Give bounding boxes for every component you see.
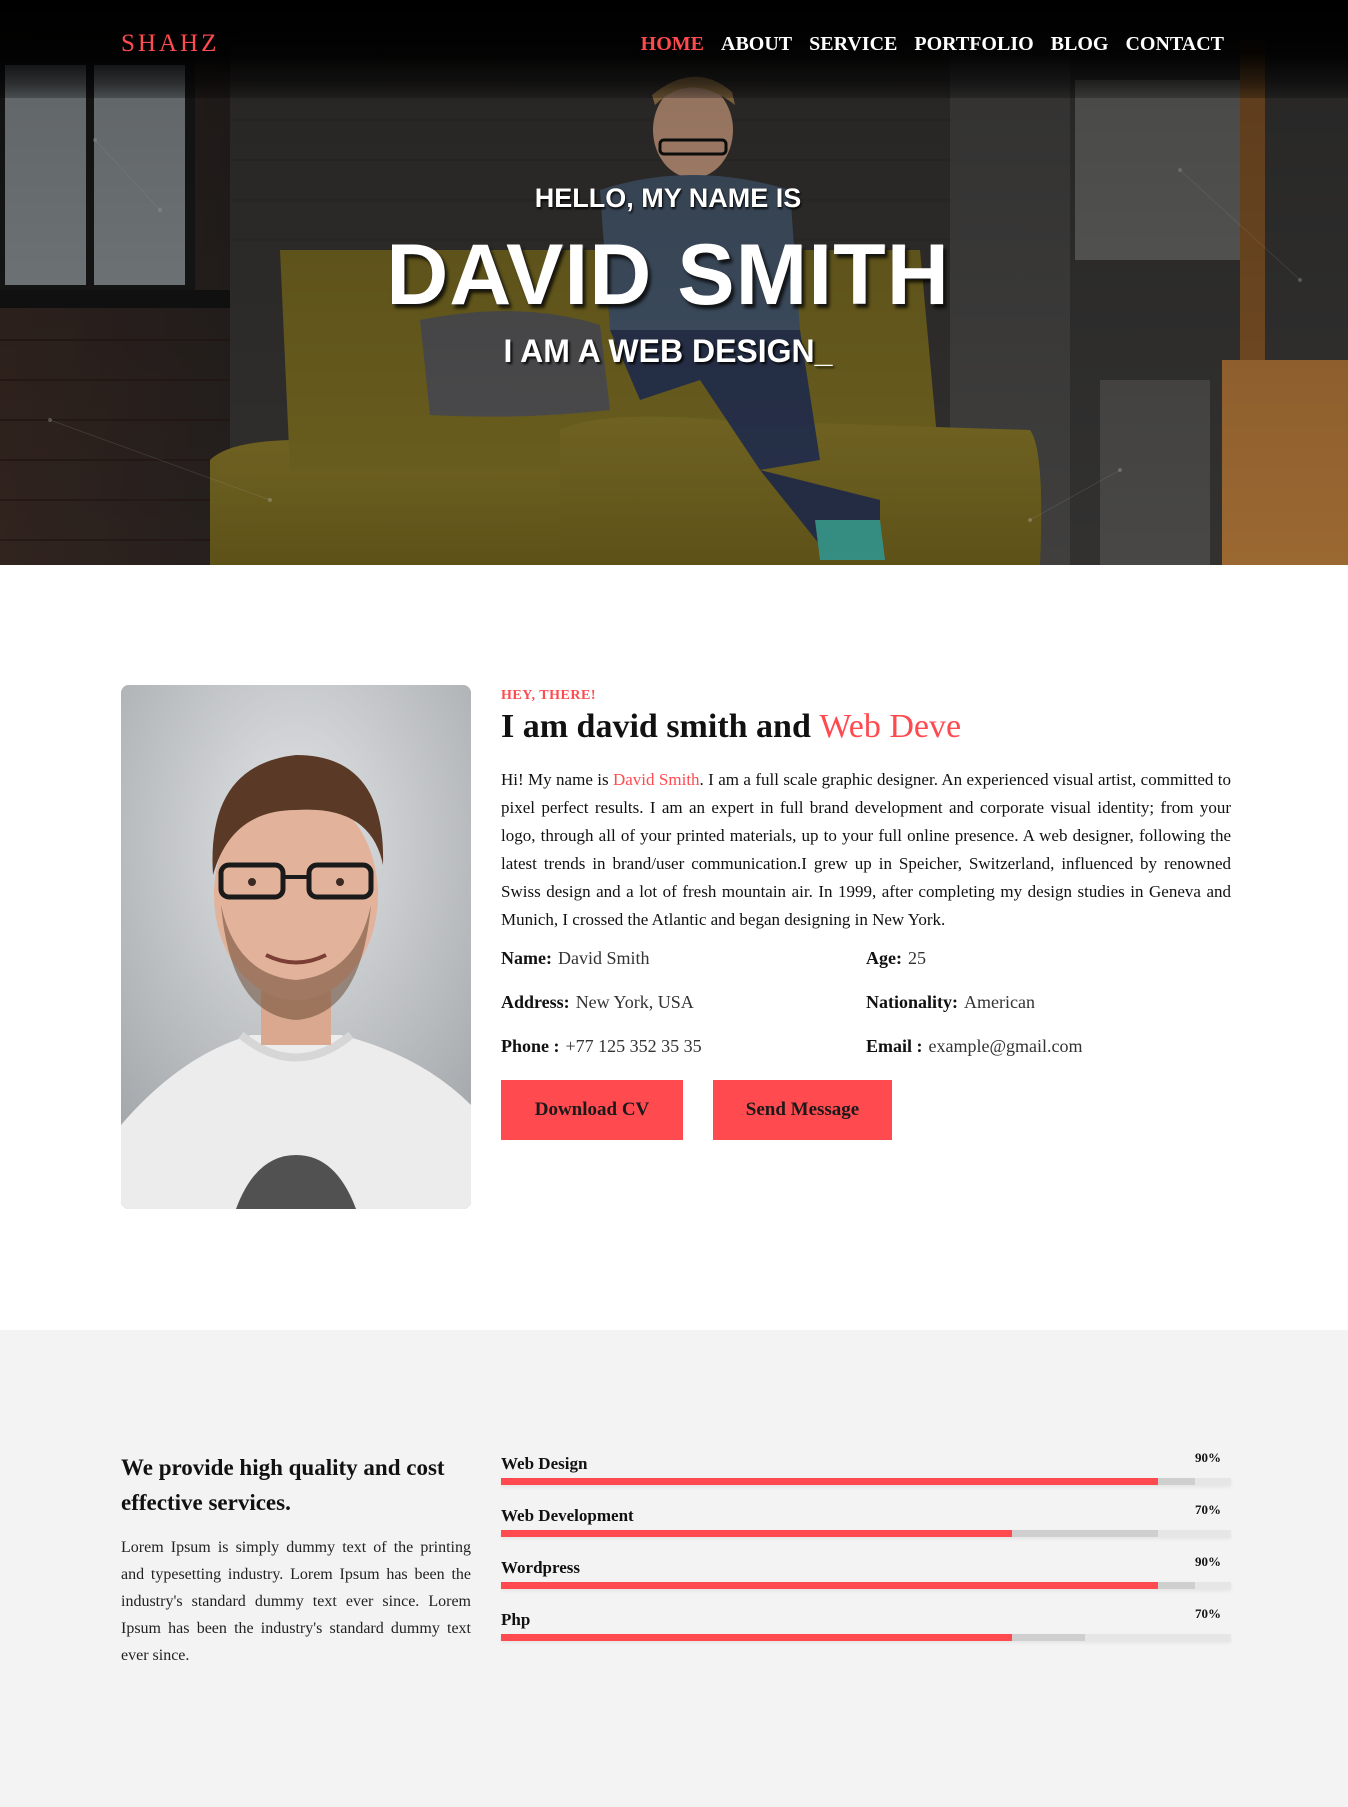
skill-list: Web Design 90% Web Development 70% Wordp… xyxy=(501,1450,1231,1662)
info-age: Age: 25 xyxy=(866,948,1231,974)
info-address-value: New York, USA xyxy=(575,992,694,1012)
skill-percent-label: 70% xyxy=(1195,1502,1221,1517)
skill-percent-label: 90% xyxy=(1195,1554,1221,1569)
about-heading: I am david smith and Web Deve xyxy=(501,708,1231,746)
info-name-label: Name: xyxy=(501,948,552,968)
info-age-value: 25 xyxy=(907,948,926,968)
info-email-value: example@gmail.com xyxy=(928,1036,1083,1056)
skill-item: Php 70% xyxy=(501,1606,1231,1662)
info-phone-label: Phone : xyxy=(501,1036,560,1056)
nav-contact[interactable]: CONTACT xyxy=(1125,33,1224,56)
bio-name-highlight: David Smith xyxy=(612,770,700,789)
personal-info-grid: Name: David Smith Age: 25 Address: New York… xyxy=(501,948,1231,1062)
info-phone-value: +77 125 352 35 35 xyxy=(565,1036,702,1056)
nav-service[interactable]: SERVICE xyxy=(809,33,897,56)
info-age-label: Age: xyxy=(866,948,902,968)
services-intro: We provide high quality and cost effecti… xyxy=(121,1450,471,1669)
skill-progress-fill xyxy=(501,1530,1012,1537)
about-bio: Hi! My name is David Smith. I am a full … xyxy=(501,766,1231,934)
info-email-label: Email : xyxy=(866,1036,923,1056)
about-content: HEY, THERE! I am david smith and Web Dev… xyxy=(501,685,1231,1140)
skill-item: Web Development 70% xyxy=(501,1502,1231,1558)
skill-progress-track xyxy=(501,1478,1231,1485)
hero-role: I AM A WEB DESIGN_ xyxy=(503,333,833,369)
skill-item: Wordpress 90% xyxy=(501,1554,1231,1610)
nav-about[interactable]: ABOUT xyxy=(721,33,792,56)
skill-percent-label: 70% xyxy=(1195,1606,1221,1621)
skills-section: We provide high quality and cost effecti… xyxy=(0,1330,1348,1807)
skill-name: Web Design xyxy=(501,1454,588,1473)
about-kicker: HEY, THERE! xyxy=(501,688,596,703)
info-name: Name: David Smith xyxy=(501,948,866,974)
skill-progress-fill xyxy=(501,1634,1012,1641)
about-section: HEY, THERE! I am david smith and Web Dev… xyxy=(0,565,1348,1330)
site-logo[interactable]: SHAHZ xyxy=(121,30,219,58)
info-address: Address: New York, USA xyxy=(501,992,866,1018)
bio-body: . I am a full scale graphic designer. An… xyxy=(501,770,1231,929)
info-address-label: Address: xyxy=(501,992,570,1012)
info-name-value: David Smith xyxy=(557,948,650,968)
about-buttons: Download CV Send Message xyxy=(501,1080,1231,1140)
skill-progress-track xyxy=(501,1634,1231,1641)
download-cv-button[interactable]: Download CV xyxy=(501,1080,683,1140)
skill-progress-fill xyxy=(501,1582,1158,1589)
top-navbar: SHAHZ HOME ABOUT SERVICE PORTFOLIO BLOG … xyxy=(0,0,1348,98)
nav-home[interactable]: HOME xyxy=(641,33,704,56)
hero-name: DAVID SMITH xyxy=(386,227,950,323)
skill-item: Web Design 90% xyxy=(501,1450,1231,1506)
skill-progress-fill xyxy=(501,1478,1158,1485)
profile-portrait-image xyxy=(121,685,471,1209)
about-heading-main: I am david smith and xyxy=(501,708,820,745)
hero-section: SHAHZ HOME ABOUT SERVICE PORTFOLIO BLOG … xyxy=(0,0,1348,565)
nav-blog[interactable]: BLOG xyxy=(1051,33,1109,56)
info-nationality-value: American xyxy=(964,992,1035,1012)
about-heading-typed-accent: Web Deve xyxy=(819,708,962,745)
skill-name: Web Development xyxy=(501,1506,634,1525)
send-message-button[interactable]: Send Message xyxy=(713,1080,892,1140)
info-email: Email : example@gmail.com xyxy=(866,1036,1231,1062)
services-body: Lorem Ipsum is simply dummy text of the … xyxy=(121,1539,471,1664)
services-heading: We provide high quality and cost effecti… xyxy=(121,1455,445,1515)
info-phone: Phone : +77 125 352 35 35 xyxy=(501,1036,866,1062)
info-nationality-label: Nationality: xyxy=(866,992,958,1012)
skill-name: Wordpress xyxy=(501,1558,581,1577)
skill-percent-label: 90% xyxy=(1195,1450,1221,1465)
hero-greeting: HELLO, MY NAME IS xyxy=(534,183,802,213)
skill-name: Php xyxy=(501,1610,531,1629)
info-nationality: Nationality: American xyxy=(866,992,1231,1018)
skill-progress-track xyxy=(501,1530,1231,1537)
skill-progress-track xyxy=(501,1582,1231,1589)
main-nav: HOME ABOUT SERVICE PORTFOLIO BLOG CONTAC… xyxy=(624,33,1224,56)
profile-photo xyxy=(121,685,471,1209)
nav-portfolio[interactable]: PORTFOLIO xyxy=(914,33,1033,56)
bio-intro: Hi! My name is xyxy=(501,770,613,789)
